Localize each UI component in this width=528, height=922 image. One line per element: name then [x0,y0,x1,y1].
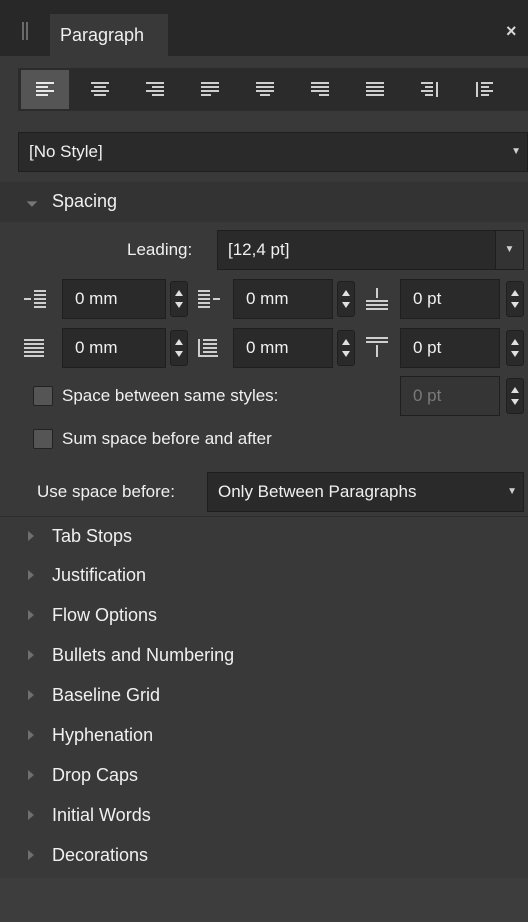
left-indent-stepper[interactable] [170,281,188,317]
section-label: Baseline Grid [52,685,161,705]
align-left-button[interactable] [21,70,69,109]
close-icon[interactable]: × [506,14,528,48]
same-styles-stepper[interactable] [506,378,524,414]
align-center-icon [91,81,109,96]
triangle-expanded-icon: ◢ [25,194,39,209]
alignment-toolbar [18,68,528,111]
last-line-indent-stepper[interactable] [337,330,355,366]
chevron-down-icon: ▼ [511,146,521,157]
align-towards-spine-button[interactable] [406,70,454,109]
space-after-stepper[interactable] [506,330,524,366]
justify-all-icon [366,81,384,96]
use-space-before-label: Use space before: [37,482,175,501]
align-away-from-spine-icon [476,81,493,97]
triangle-collapsed-icon [28,570,34,580]
align-right-button[interactable] [131,70,179,109]
section-justification[interactable]: Justification [0,556,528,596]
section-initial-words[interactable]: Initial Words [0,796,528,836]
align-left-icon [36,81,54,96]
section-label: Justification [52,565,147,585]
leading-label: Leading: [127,240,193,259]
section-tab-stops[interactable]: Tab Stops [0,516,528,556]
panel-titlebar: Paragraph × [0,0,528,56]
chevron-down-icon[interactable]: ▼ [495,231,523,269]
align-away-from-spine-button[interactable] [461,70,509,109]
section-spacing-header[interactable]: ◢ Spacing [0,182,528,222]
sum-space-checkbox[interactable] [33,429,53,449]
use-space-before-select[interactable]: Only Between Paragraphs ▼ [207,472,524,512]
same-styles-label: Space between same styles: [62,386,279,405]
right-indent-field[interactable]: 0 mm [233,279,333,319]
triangle-collapsed-icon [28,770,34,780]
first-line-indent-icon [24,339,44,357]
justify-right-button[interactable] [296,70,344,109]
first-line-indent-stepper[interactable] [170,330,188,366]
align-center-button[interactable] [76,70,124,109]
section-label: Hyphenation [52,725,154,745]
left-indent-field[interactable]: 0 mm [62,279,166,319]
space-after-icon [366,337,388,357]
section-label: Initial Words [52,805,151,825]
left-indent-icon [24,290,46,308]
paragraph-style-value: [No Style] [29,142,103,161]
panel-footer [0,878,528,922]
leading-value: [12,4 pt] [228,240,290,259]
triangle-collapsed-icon [28,650,34,660]
space-before-field[interactable]: 0 pt [400,279,500,319]
use-space-before-value: Only Between Paragraphs [218,482,417,501]
section-label: Flow Options [52,605,158,625]
section-decorations[interactable]: Decorations [0,836,528,876]
space-before-stepper[interactable] [506,281,524,317]
paragraph-style-select[interactable]: [No Style] ▼ [18,132,528,172]
section-spacing-title: Spacing [52,191,118,211]
justify-right-icon [311,81,329,96]
right-indent-icon [198,290,220,308]
triangle-collapsed-icon [28,690,34,700]
section-label: Decorations [52,845,149,865]
space-after-field[interactable]: 0 pt [400,328,500,368]
last-line-indent-field[interactable]: 0 mm [233,328,333,368]
space-before-icon [366,288,388,310]
leading-select[interactable]: [12,4 pt] ▼ [217,230,524,270]
first-line-indent-field[interactable]: 0 mm [62,328,166,368]
section-bullets-numbering[interactable]: Bullets and Numbering [0,636,528,676]
triangle-collapsed-icon [28,810,34,820]
same-styles-checkbox[interactable] [33,386,53,406]
section-label: Bullets and Numbering [52,645,235,665]
align-towards-spine-icon [421,81,438,97]
last-line-indent-icon [198,339,218,357]
triangle-collapsed-icon [28,531,34,541]
sum-space-label: Sum space before and after [62,429,272,448]
justify-center-button[interactable] [241,70,289,109]
section-flow-options[interactable]: Flow Options [0,596,528,636]
drag-grip-icon[interactable] [22,22,28,40]
triangle-collapsed-icon [28,850,34,860]
triangle-collapsed-icon [28,610,34,620]
right-indent-stepper[interactable] [337,281,355,317]
triangle-collapsed-icon [28,730,34,740]
section-drop-caps[interactable]: Drop Caps [0,756,528,796]
same-styles-field[interactable]: 0 pt [400,376,500,416]
align-right-icon [146,81,164,96]
justify-left-icon [201,81,219,96]
section-label: Tab Stops [52,526,133,546]
tab-paragraph[interactable]: Paragraph [50,14,168,56]
justify-all-button[interactable] [351,70,399,109]
section-hyphenation[interactable]: Hyphenation [0,716,528,756]
justify-left-button[interactable] [186,70,234,109]
chevron-down-icon: ▼ [507,486,517,497]
section-baseline-grid[interactable]: Baseline Grid [0,676,528,716]
section-label: Drop Caps [52,765,139,785]
justify-center-icon [256,81,274,96]
